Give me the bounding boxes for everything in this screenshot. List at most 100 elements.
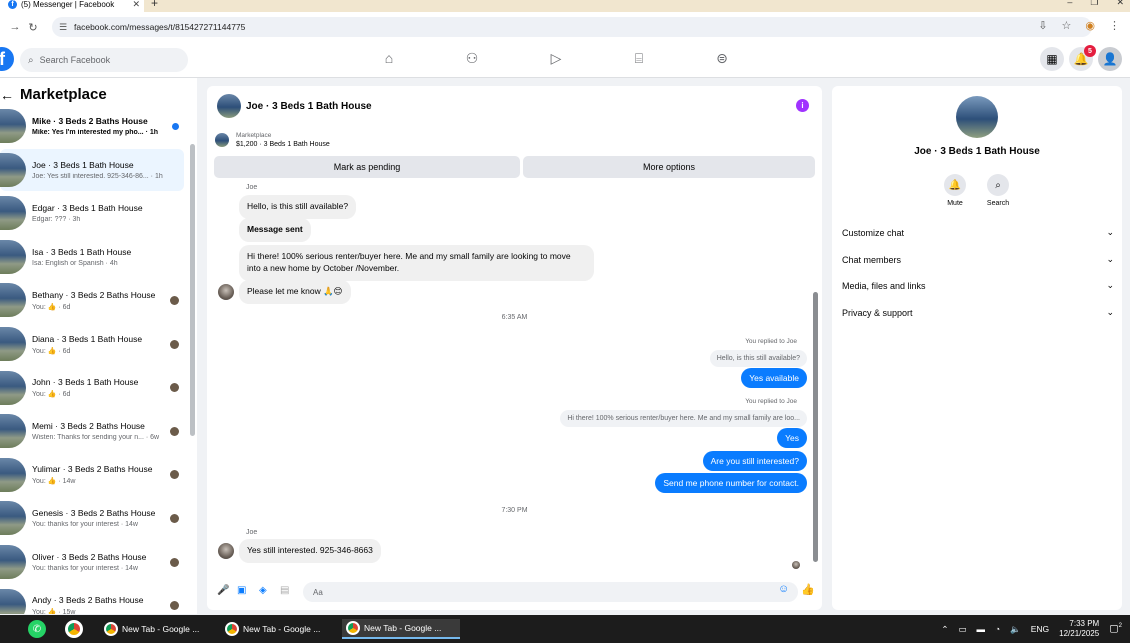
battery-icon[interactable]: ▬ [977, 624, 986, 634]
conversation-item[interactable]: John · 3 Beds 1 Bath House You: 👍 · 6d [0, 367, 184, 409]
profile-icon[interactable]: ◉ [1085, 19, 1095, 32]
conversation-name: Memi · 3 Beds 2 Baths House [32, 421, 145, 432]
incoming-message[interactable]: Yes still interested. 925-346-8663 [239, 539, 381, 563]
minimize-button[interactable]: – [1067, 0, 1072, 8]
facebook-favicon-icon: f [8, 0, 17, 9]
reload-icon[interactable]: ↻ [24, 21, 42, 34]
seen-avatar [170, 426, 179, 436]
chevron-down-icon: ⌄ [1106, 227, 1114, 237]
conversation-preview: You: 👍 · 14w [32, 478, 76, 486]
marketplace-label: Marketplace [236, 132, 272, 139]
account-avatar[interactable]: 👤 [1098, 47, 1122, 71]
more-options-button[interactable]: More options [523, 156, 815, 178]
notification-center-icon[interactable]: ▢2 [1109, 623, 1122, 634]
listing-avatar[interactable] [956, 96, 998, 138]
forward-icon[interactable]: → [6, 21, 24, 33]
photo-icon[interactable]: ▣ [237, 585, 246, 596]
whatsapp-icon[interactable]: ✆ [28, 620, 46, 638]
gaming-icon[interactable]: ⊜ [712, 50, 732, 68]
toolbar: → ↻ ☰ facebook.com/messages/t/8154272711… [0, 14, 1130, 40]
conversation-text: Mike · 3 Beds 2 Baths House Mike: Yes I'm… [32, 116, 172, 136]
conversation-item[interactable]: Mike · 3 Beds 2 Baths House Mike: Yes I'm… [0, 105, 184, 147]
conversation-item[interactable]: Joe · 3 Beds 1 Bath House Joe: Yes still … [0, 148, 184, 191]
customize-chat-row[interactable]: Customize chat ⌄ [842, 227, 1114, 238]
conversation-item[interactable]: Memi · 3 Beds 2 Baths House Wisten: Thank… [0, 410, 184, 452]
taskbar-chrome-window[interactable]: New Tab - Google ... [100, 619, 218, 639]
conversation-item[interactable]: Oliver · 3 Beds 2 Baths House You: thanks… [0, 541, 184, 583]
video-icon[interactable]: ▷ [546, 50, 566, 68]
site-info-icon[interactable]: ☰ [59, 22, 67, 33]
outgoing-message[interactable]: Are you still interested? [702, 451, 807, 471]
close-window-button[interactable]: ✕ [1116, 0, 1124, 8]
seen-avatar [170, 513, 179, 523]
conversation-item[interactable]: Bethany · 3 Beds 2 Baths House You: 👍 · 6… [0, 279, 184, 321]
sticker-icon[interactable]: ◈ [259, 585, 267, 596]
thumbs-up-icon[interactable]: 👍 [801, 583, 815, 596]
install-icon[interactable]: ⇩ [1038, 19, 1047, 32]
emoji-icon[interactable]: ☺ [778, 583, 789, 595]
browser-tab[interactable]: f (5) Messenger | Facebook ✕ [0, 0, 144, 12]
language-indicator[interactable]: ENG [1031, 624, 1049, 634]
privacy-support-row[interactable]: Privacy & support ⌄ [842, 307, 1114, 318]
outgoing-message[interactable]: Yes available [741, 368, 807, 388]
search-input[interactable]: ⌕ Search Facebook [20, 48, 188, 72]
volume-icon[interactable]: 🔈 [1010, 624, 1021, 635]
incoming-message[interactable]: Please let me know 🙏😊 [239, 280, 351, 304]
chat-members-row[interactable]: Chat members ⌄ [842, 254, 1114, 265]
chat-avatar[interactable] [217, 94, 241, 118]
tab-close-icon[interactable]: ✕ [132, 0, 140, 10]
outgoing-message[interactable]: Yes [777, 428, 807, 448]
conversation-item[interactable]: Isa · 3 Beds 1 Bath House Isa: English or… [0, 236, 184, 278]
mark-pending-button[interactable]: Mark as pending [214, 156, 520, 178]
microphone-icon[interactable]: 🎤 [217, 585, 229, 596]
conversation-item[interactable]: Andy · 3 Beds 2 Baths House You: 👍 · 15w [0, 585, 184, 614]
maximize-button[interactable]: ❐ [1090, 0, 1098, 8]
menu-grid-icon[interactable]: ▦ [1040, 47, 1064, 71]
conversation-item[interactable]: Yulimar · 3 Beds 2 Baths House You: 👍 · 1… [0, 454, 184, 496]
bookmark-star-icon[interactable]: ☆ [1062, 19, 1072, 32]
incoming-message[interactable]: Message sent [239, 218, 311, 242]
contact-avatar[interactable] [218, 284, 234, 300]
outgoing-message[interactable]: Send me phone number for contact. [655, 473, 807, 493]
chat-scrollbar[interactable] [813, 292, 818, 562]
conversation-text: Isa · 3 Beds 1 Bath House Isa: English or… [32, 247, 184, 267]
conversation-item[interactable]: Edgar · 3 Beds 1 Bath House Edgar: ??? · … [0, 192, 184, 234]
wifi-icon[interactable]: ◔ [995, 624, 1000, 634]
clock[interactable]: 7:33 PM 12/21/2025 [1059, 619, 1099, 640]
conversation-text: Bethany · 3 Beds 2 Baths House You: 👍 · 6… [32, 290, 170, 311]
incoming-message[interactable]: Hello, is this still available? [239, 195, 357, 219]
incoming-message[interactable]: Hi there! 100% serious renter/buyer here… [239, 245, 594, 281]
conversation-item[interactable]: Diana · 3 Beds 1 Bath House You: 👍 · 6d [0, 323, 184, 365]
message-input[interactable]: Aa [303, 582, 798, 602]
new-tab-button[interactable]: + [151, 0, 158, 10]
sidebar-scrollbar[interactable] [190, 144, 195, 436]
friends-icon[interactable]: ⚇ [462, 50, 482, 68]
contact-avatar[interactable] [218, 543, 234, 559]
menu-dots-icon[interactable]: ⋮ [1109, 19, 1120, 32]
listing-summary[interactable]: Marketplace $1,200 · 3 Beds 1 Bath House [215, 132, 330, 148]
chat-title[interactable]: Joe · 3 Beds 1 Bath House [246, 101, 372, 112]
quoted-message[interactable]: Hello, is this still available? [709, 350, 807, 367]
facebook-logo[interactable]: f [0, 47, 14, 71]
address-bar[interactable]: ☰ facebook.com/messages/t/8154272711447​… [52, 17, 1092, 37]
home-icon[interactable]: ⌂ [379, 50, 399, 68]
search-in-chat-button[interactable]: ⌕ Search [978, 174, 1018, 207]
media-files-row[interactable]: Media, files and links ⌄ [842, 280, 1114, 291]
conversation-name: Edgar · 3 Beds 1 Bath House [32, 203, 143, 214]
info-icon[interactable]: i [796, 99, 809, 112]
device-icon[interactable]: ▭ [958, 624, 966, 635]
gif-icon[interactable]: ▤ [280, 585, 289, 596]
conversation-text: Joe · 3 Beds 1 Bath House Joe: Yes still … [32, 160, 184, 180]
taskbar-chrome-window-active[interactable]: New Tab - Google ... [342, 619, 460, 639]
tab-strip: f (5) Messenger | Facebook ✕ + – ❐ ✕ [0, 0, 1130, 12]
chrome-icon[interactable] [65, 620, 83, 638]
seen-avatar [170, 557, 179, 567]
conversation-item[interactable]: Genesis · 3 Beds 2 Baths House You: thank… [0, 497, 184, 539]
marketplace-icon[interactable]: ⌸ [629, 50, 649, 68]
chrome-icon [225, 622, 239, 636]
mute-button[interactable]: 🔔 Mute [935, 174, 975, 207]
chevron-up-icon[interactable]: ⌃ [941, 624, 948, 635]
taskbar-chrome-window[interactable]: New Tab - Google ... [221, 619, 339, 639]
back-arrow-icon[interactable]: ← [0, 87, 14, 103]
quoted-message[interactable]: Hi there! 100% serious renter/buyer here… [560, 410, 807, 427]
